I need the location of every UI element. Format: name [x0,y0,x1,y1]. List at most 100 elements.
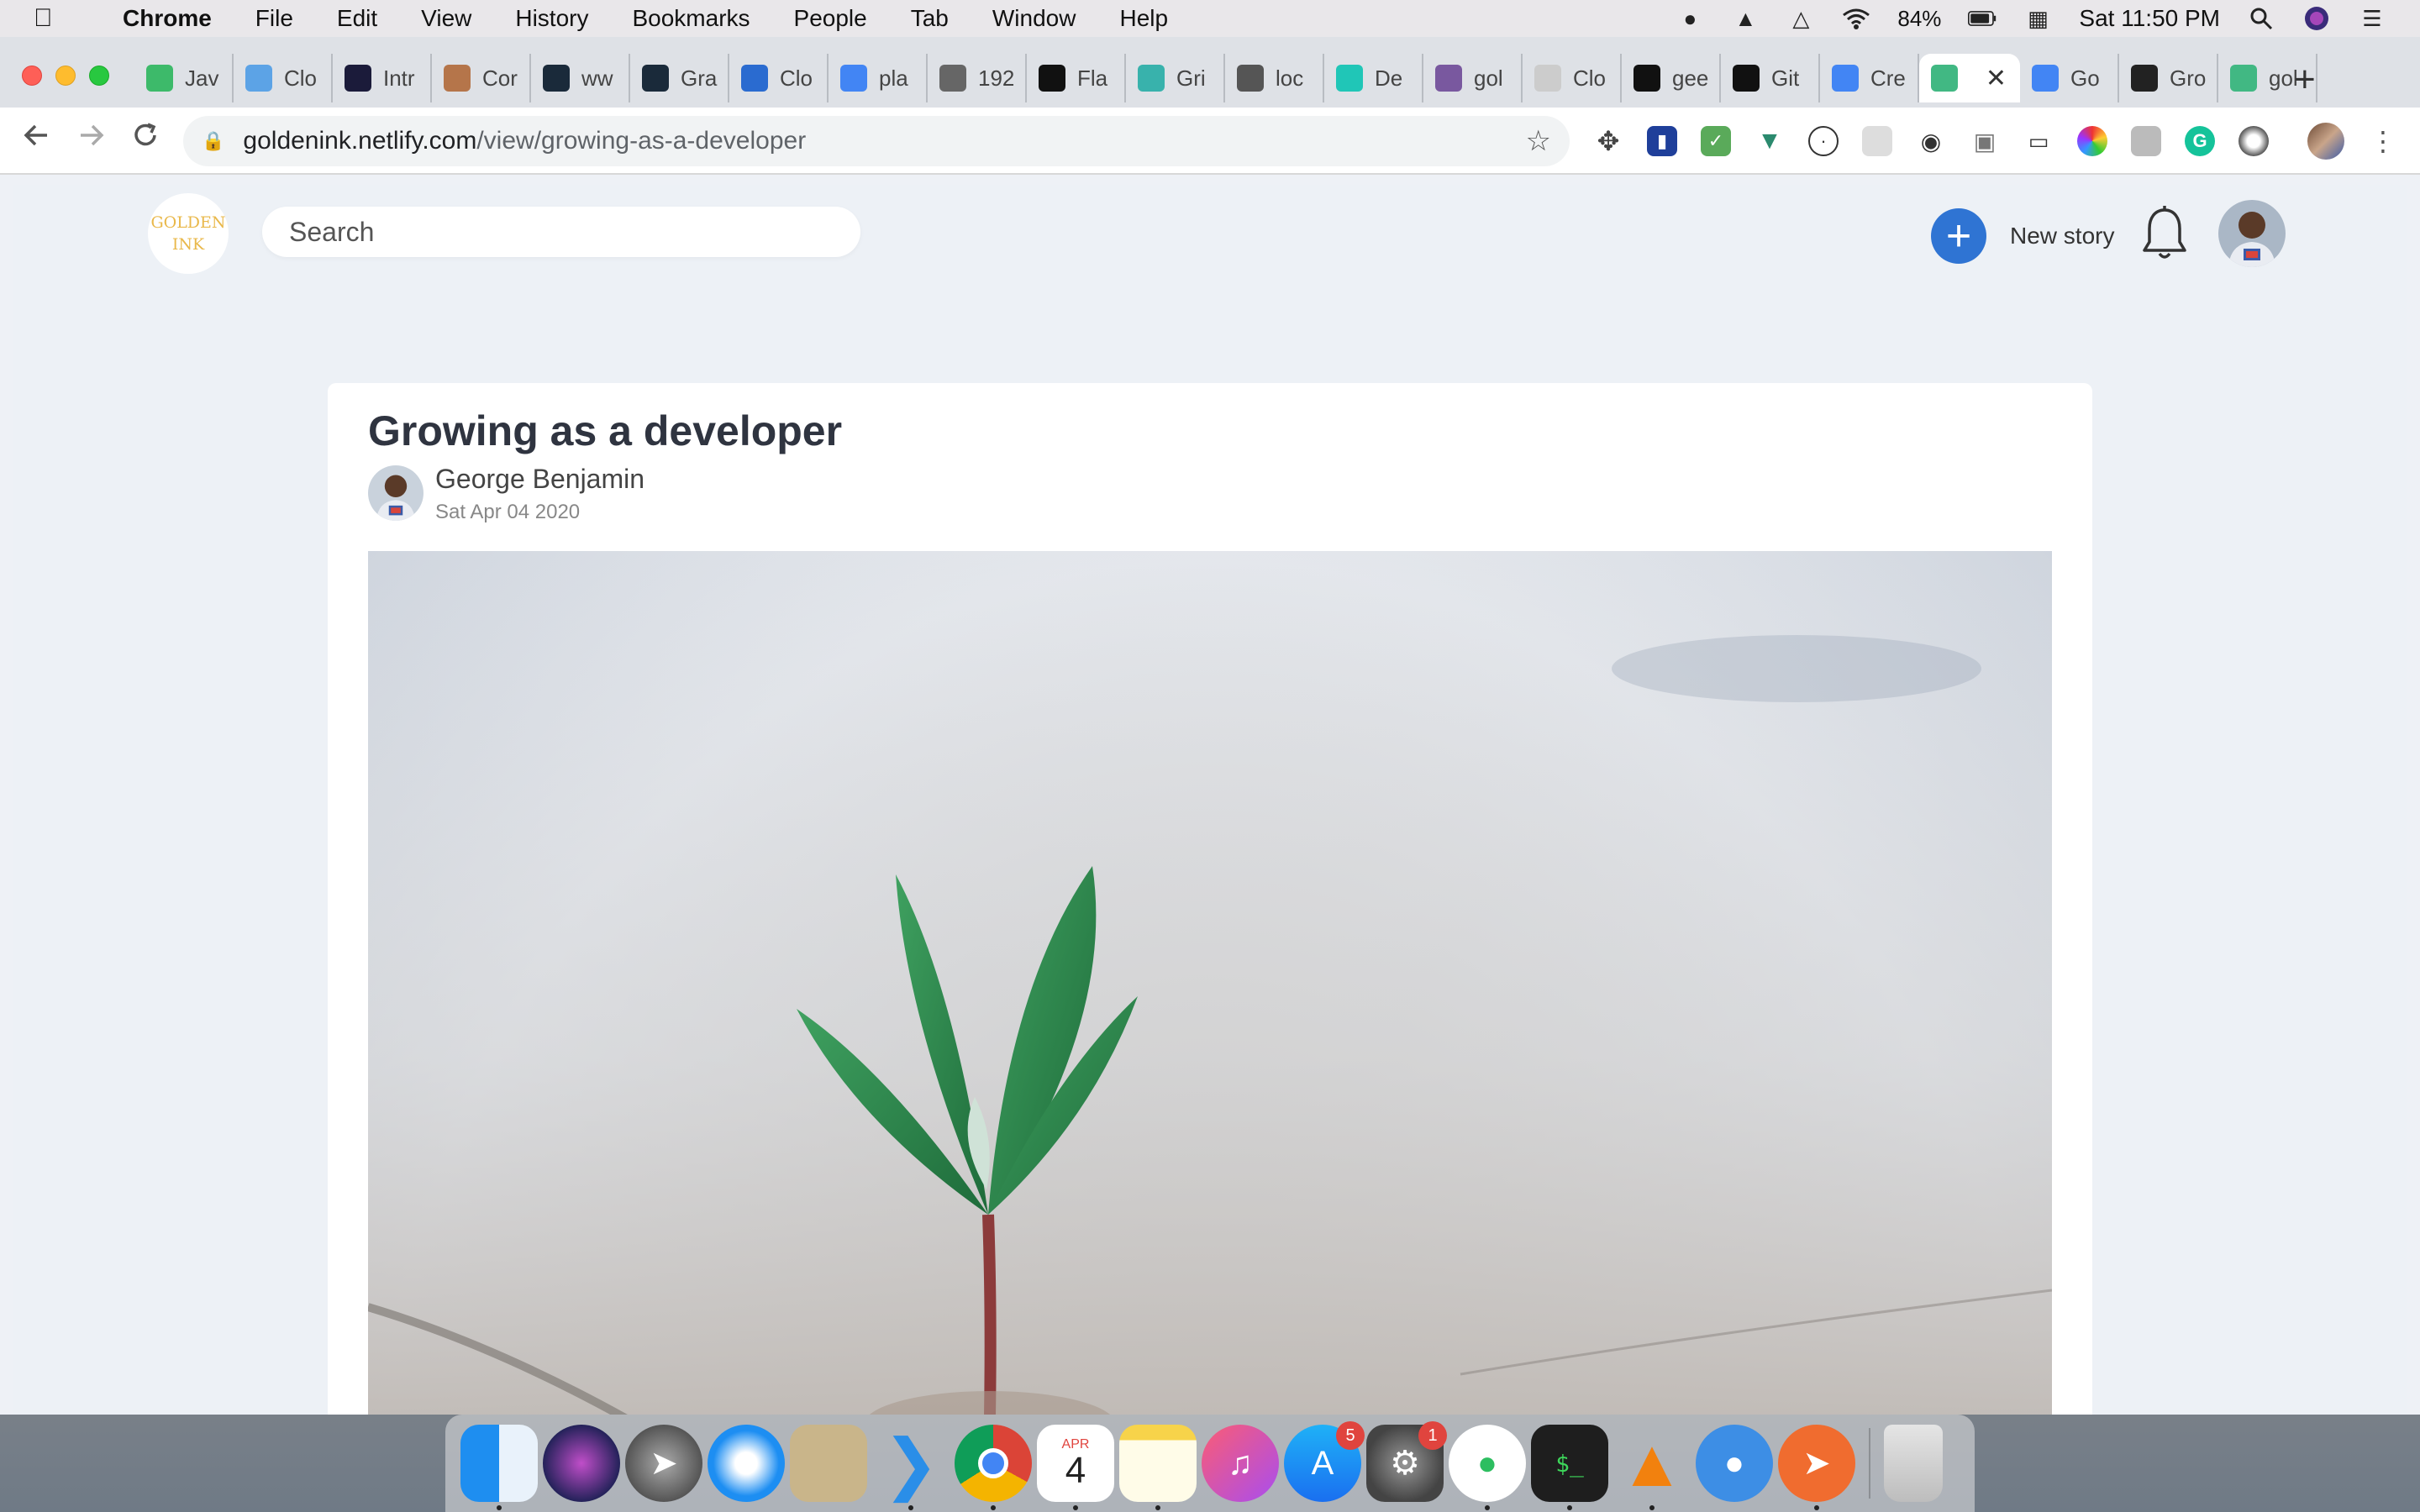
gray-extension-icon[interactable] [2131,126,2161,156]
tableplus-icon[interactable]: ● [1696,1425,1773,1502]
vue-devtools-icon[interactable]: ▼ [1754,126,1785,156]
chart-extension-icon[interactable]: ▮ [1647,126,1677,156]
color-picker-extension-icon[interactable] [2077,126,2107,156]
menu-edit[interactable]: Edit [337,5,377,32]
evernote-dock-icon[interactable]: ● [1449,1425,1526,1510]
menu-app-name[interactable]: Chrome [123,5,212,32]
browser-tab[interactable]: gol [1423,54,1523,102]
reload-button[interactable] [131,121,160,157]
vue-favicon-icon [2230,65,2257,92]
browser-tab[interactable]: pla [829,54,928,102]
browser-tab[interactable]: ww [531,54,630,102]
menu-view[interactable]: View [421,5,471,32]
cloud-favicon-icon [741,65,768,92]
menu-file[interactable]: File [255,5,293,32]
wifi-icon[interactable] [1842,6,1870,31]
chrome-menu-icon[interactable]: ⋮ [2368,126,2398,156]
grammarly-extension-icon[interactable]: G [2185,126,2215,156]
itunes-icon[interactable]: ♫ [1202,1425,1279,1502]
safari-icon[interactable] [708,1425,785,1502]
browser-tab[interactable]: Go [2020,54,2119,102]
browser-tab[interactable]: Clo [1523,54,1622,102]
article-title: Growing as a developer [368,407,843,454]
terminal-icon[interactable]: $_ [1531,1425,1608,1510]
notifications-bell-icon[interactable] [2139,205,2190,264]
vlc-dock-icon[interactable]: ▲ [1613,1425,1691,1510]
browser-tab[interactable]: loc [1225,54,1324,102]
user-avatar[interactable] [2218,200,2286,267]
new-story-button[interactable]: + New story [1931,208,2114,264]
siri-dock-icon[interactable] [543,1425,620,1502]
author-avatar[interactable] [368,465,424,521]
tab-label: Clo [284,65,318,91]
browser-tab[interactable]: gee [1622,54,1721,102]
menu-people[interactable]: People [794,5,867,32]
browser-tab[interactable]: Git [1721,54,1820,102]
plus-icon: + [1931,208,1986,264]
battery-icon[interactable] [1968,6,1996,31]
menu-help[interactable]: Help [1119,5,1168,32]
mail-extension-icon[interactable]: ✓ [1701,126,1731,156]
author-name[interactable]: George Benjamin [435,464,644,495]
browser-tab[interactable]: Cor [432,54,531,102]
window-minimize-button[interactable] [55,66,76,86]
window-maximize-button[interactable] [89,66,109,86]
circle-extension-icon[interactable] [2238,126,2269,156]
finder-icon[interactable] [460,1425,538,1510]
browser-tab[interactable]: Gro [2119,54,2218,102]
system-preferences-icon[interactable]: ⚙ 1 [1366,1421,1447,1502]
postman-icon[interactable]: ➤ [1778,1425,1855,1510]
evernote-status-icon[interactable]: ● [1676,6,1704,31]
tab-close-icon[interactable]: ✕ [1986,64,2007,93]
menu-tab[interactable]: Tab [911,5,949,32]
notification-center-icon[interactable]: ☰ [2358,6,2386,31]
menu-bookmarks[interactable]: Bookmarks [632,5,750,32]
site-logo[interactable]: GOLDEN INK [148,193,229,274]
browser-tab[interactable]: De [1324,54,1423,102]
trash-icon[interactable] [1884,1425,1943,1502]
vlc-status-icon[interactable]: △ [1786,6,1815,31]
browser-tab[interactable]: 192 [928,54,1027,102]
vscode-icon[interactable]: ❯ [872,1425,950,1510]
search-input[interactable] [262,207,860,257]
profile-avatar[interactable] [2307,123,2344,160]
launchpad-icon[interactable]: ➤ [625,1425,702,1502]
browser-tab[interactable]: Cre [1820,54,1919,102]
menu-history[interactable]: History [515,5,588,32]
cast-extension-icon[interactable]: ▭ [2023,126,2054,156]
input-menu-icon[interactable]: ▦ [2023,6,2052,31]
back-button[interactable] [22,121,50,157]
notes-icon[interactable] [1119,1425,1197,1510]
browser-tab[interactable]: Clo [729,54,829,102]
lock-icon[interactable]: 🔒 [202,130,224,152]
grid-extension-icon[interactable] [1862,126,1892,156]
bookmark-star-icon[interactable]: ☆ [1526,124,1551,158]
forward-button[interactable] [77,121,106,157]
json-extension-icon[interactable]: · [1808,126,1839,156]
new-tab-button[interactable]: + [2294,59,2316,101]
clock[interactable]: Sat 11:50 PM [2079,5,2220,32]
spotlight-search-icon[interactable] [2247,6,2275,31]
browser-tab[interactable]: Intr [333,54,432,102]
browser-tab[interactable]: Gra [630,54,729,102]
browser-tab[interactable]: Jav [134,54,234,102]
bulb-extension-icon[interactable]: ◉ [1916,126,1946,156]
tab-label: Gri [1176,65,1206,91]
calendar-icon[interactable]: APR 4 [1037,1425,1114,1510]
chrome-dock-icon[interactable] [955,1425,1032,1510]
browser-tab[interactable]: Gri [1126,54,1225,102]
address-bar[interactable]: 🔒 goldenink.netlify.com/view/growing-as-… [183,116,1570,166]
mail-stamp-icon[interactable] [790,1425,867,1502]
elephant-status-icon[interactable]: ▲ [1731,6,1760,31]
status-area: ● ▲ △ 84% ▦ Sat 11:50 PM ☰ [1676,0,2386,37]
browser-tab[interactable]: Clo [234,54,333,102]
move-extension-icon[interactable]: ✥ [1593,126,1623,156]
window-close-button[interactable] [22,66,42,86]
menu-window[interactable]: Window [992,5,1076,32]
apple-menu-icon[interactable]:  [34,4,81,33]
app-store-icon[interactable]: A5 [1284,1421,1365,1502]
browser-tab[interactable]: Fla [1027,54,1126,102]
camera-extension-icon[interactable]: ▣ [1970,126,2000,156]
siri-icon[interactable] [2302,6,2331,31]
browser-tab[interactable]: ✕ [1919,54,2020,102]
